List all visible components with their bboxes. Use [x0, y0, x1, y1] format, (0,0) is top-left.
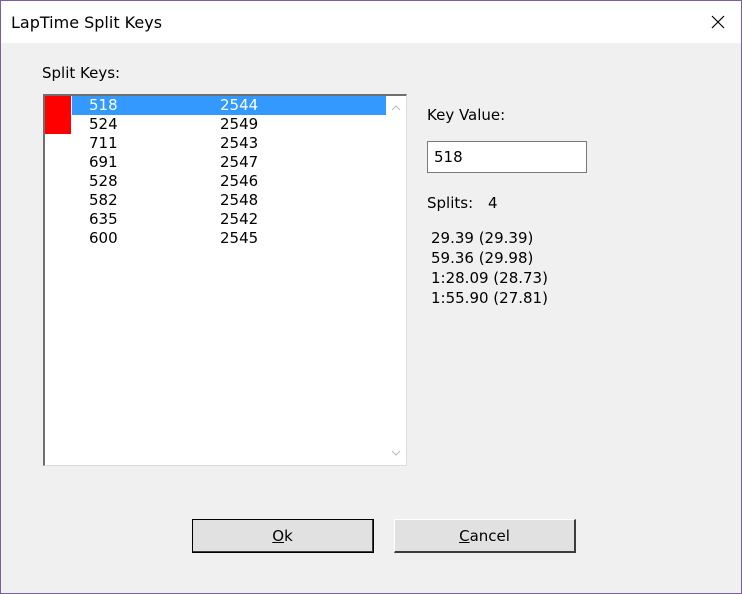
key-cell: 582: [89, 191, 118, 209]
split-time: 29.39 (29.39): [431, 229, 534, 247]
key-cell: 600: [89, 229, 118, 247]
key-cell: 518: [89, 96, 118, 114]
list-item[interactable]: 524 2549: [45, 115, 385, 134]
key-value-label: Key Value:: [427, 106, 506, 124]
list-item[interactable]: 711 2543: [45, 134, 385, 153]
ok-button[interactable]: Ok: [192, 519, 374, 553]
value-cell: 2542: [220, 210, 259, 228]
list-item[interactable]: 518 2544: [45, 96, 387, 115]
splits-count: 4: [488, 194, 498, 212]
scroll-down-button[interactable]: [386, 443, 406, 463]
value-cell: 2549: [220, 115, 259, 133]
key-cell: 691: [89, 153, 118, 171]
list-item[interactable]: 635 2542: [45, 210, 385, 229]
key-cell: 524: [89, 115, 118, 133]
key-cell: 528: [89, 172, 118, 190]
value-cell: 2544: [220, 96, 259, 114]
value-cell: 2543: [220, 134, 259, 152]
value-cell: 2545: [220, 229, 259, 247]
key-cell: 635: [89, 210, 118, 228]
value-cell: 2548: [220, 191, 259, 209]
split-keys-label: Split Keys:: [42, 64, 121, 82]
list-item[interactable]: 600 2545: [45, 229, 385, 248]
split-keys-rows: 518 2544 524 2549 711 2543 691 2547 528 2546 582 25…: [45, 96, 387, 248]
window-title: LapTime Split Keys: [11, 13, 163, 32]
list-item[interactable]: 691 2547: [45, 153, 385, 172]
chevron-down-icon: [391, 450, 401, 456]
split-time: 59.36 (29.98): [431, 249, 534, 267]
value-cell: 2547: [220, 153, 259, 171]
split-keys-listbox[interactable]: 518 2544 524 2549 711 2543 691 2547 528 2546 582 25…: [43, 94, 407, 466]
title-bar[interactable]: LapTime Split Keys: [1, 1, 741, 43]
key-cell: 711: [89, 134, 118, 152]
list-item[interactable]: 528 2546: [45, 172, 385, 191]
chevron-up-icon: [391, 105, 401, 111]
close-icon: [711, 15, 725, 29]
value-cell: 2546: [220, 172, 259, 190]
vertical-scrollbar[interactable]: [386, 96, 406, 465]
cancel-button-label: Cancel: [459, 526, 510, 545]
row-marker: [45, 115, 71, 134]
key-value-input[interactable]: [427, 141, 587, 173]
list-item[interactable]: 582 2548: [45, 191, 385, 210]
dialog-window: LapTime Split Keys Split Keys: 518 2544 52…: [0, 0, 742, 594]
close-button[interactable]: [695, 1, 741, 43]
scroll-up-button[interactable]: [386, 98, 406, 118]
ok-button-label: Ok: [272, 526, 293, 545]
cancel-button[interactable]: Cancel: [394, 519, 576, 553]
split-times-list: 29.39 (29.39) 59.36 (29.98) 1:28.09 (28.73…: [431, 228, 548, 308]
splits-label: Splits:: [427, 194, 474, 212]
row-marker: [45, 96, 71, 115]
split-time: 1:28.09 (28.73): [431, 269, 548, 287]
split-time: 1:55.90 (27.81): [431, 289, 548, 307]
